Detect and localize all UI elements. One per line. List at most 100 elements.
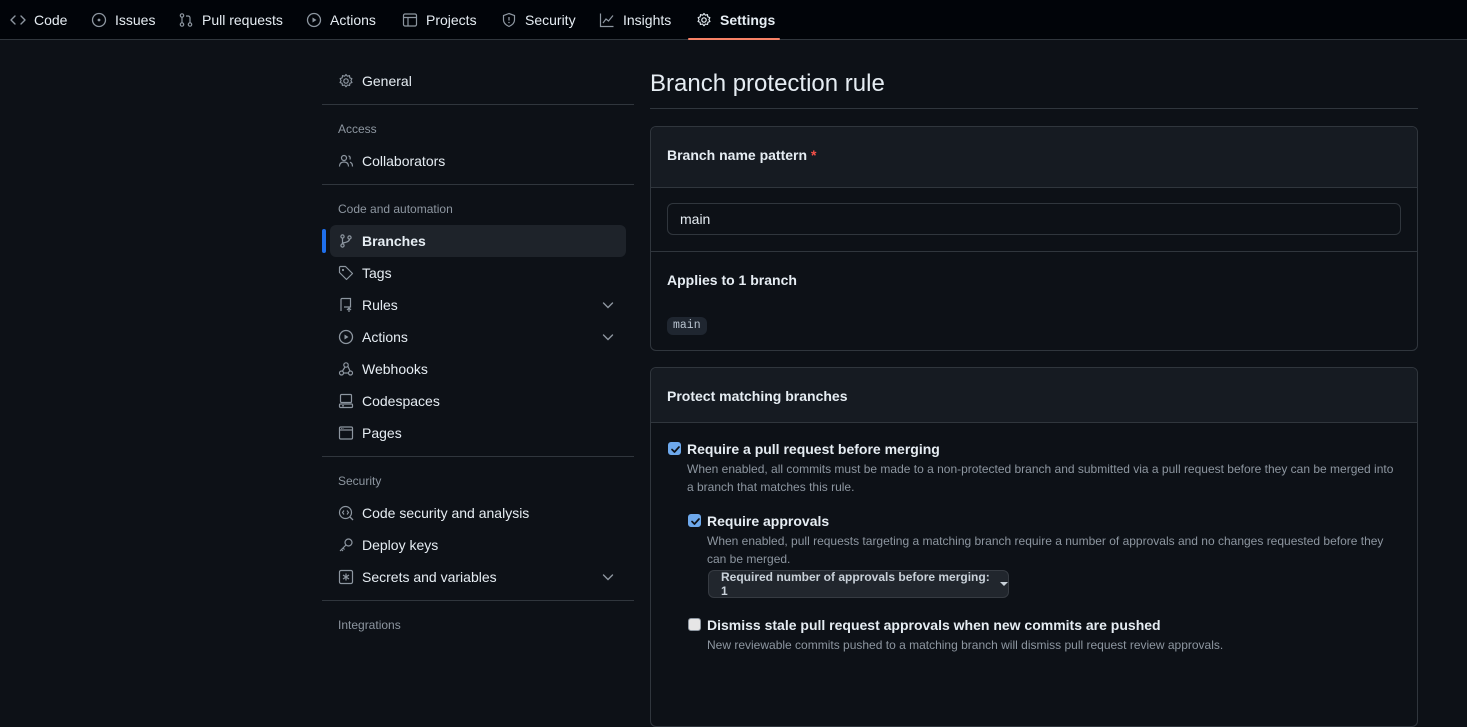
webhook-icon (338, 361, 354, 377)
box-header: Branch name pattern * (651, 127, 1417, 188)
tab-security[interactable]: Security (501, 0, 576, 40)
applies-to-label: Applies to 1 branch (667, 272, 797, 288)
tab-label: Pull requests (202, 12, 283, 28)
require-pr-label[interactable]: Require a pull request before merging (687, 441, 940, 457)
chevron-down-icon[interactable] (600, 297, 616, 313)
browser-icon (338, 425, 354, 441)
tab-label: Insights (623, 12, 672, 28)
sidebar-item-label: Tags (362, 265, 392, 281)
tab-label: Actions (330, 12, 376, 28)
sidebar-item-rules[interactable]: Rules (330, 289, 634, 321)
sidebar-item-general[interactable]: General (330, 65, 634, 97)
sidebar-heading-access: Access (338, 122, 377, 136)
require-pr-description: a branch that matches this rule. (687, 480, 855, 494)
sidebar-item-deploy-keys[interactable]: Deploy keys (330, 529, 634, 561)
tab-actions[interactable]: Actions (306, 0, 376, 40)
tab-settings[interactable]: Settings (696, 0, 775, 40)
require-pr-checkbox[interactable] (668, 442, 681, 455)
table-icon (402, 12, 418, 28)
branch-pattern-label: Branch name pattern * (667, 147, 817, 163)
dropdown-label: Required number of approvals before merg… (721, 570, 990, 598)
play-icon (338, 329, 354, 345)
sidebar-item-tags[interactable]: Tags (330, 257, 634, 289)
sidebar-item-label: Codespaces (362, 393, 440, 409)
sidebar-item-codespaces[interactable]: Codespaces (330, 385, 634, 417)
key-icon (338, 537, 354, 553)
tab-label: Security (525, 12, 576, 28)
branch-pattern-label-text: Branch name pattern (667, 147, 808, 163)
sidebar-item-label: Webhooks (362, 361, 428, 377)
box-header: Protect matching branches (651, 368, 1417, 423)
active-item-indicator (322, 229, 326, 253)
tab-code[interactable]: Code (10, 0, 67, 40)
require-approvals-checkbox[interactable] (688, 514, 701, 527)
git-pull-request-icon (178, 12, 194, 28)
tab-label: Projects (426, 12, 477, 28)
caret-down-icon (1000, 582, 1008, 586)
repo-push-icon (338, 297, 354, 313)
protect-branches-box: Protect matching branches Require a pull… (650, 367, 1418, 727)
tab-insights[interactable]: Insights (599, 0, 671, 40)
play-icon (306, 12, 322, 28)
tab-issues[interactable]: Issues (91, 0, 155, 40)
protect-box-title: Protect matching branches (667, 388, 848, 404)
sidebar-heading-security: Security (338, 474, 382, 488)
sidebar-item-label: Branches (362, 233, 426, 249)
active-tab-underline (688, 38, 780, 40)
require-approvals-label[interactable]: Require approvals (707, 513, 829, 529)
sidebar-divider (322, 456, 634, 457)
branch-pattern-input[interactable] (667, 203, 1401, 235)
code-icon (10, 12, 26, 28)
sidebar-divider (322, 104, 634, 105)
chevron-down-icon[interactable] (600, 329, 616, 345)
sidebar-heading-code-automation: Code and automation (338, 202, 453, 216)
box-divider (651, 251, 1417, 252)
codespaces-icon (338, 393, 354, 409)
sidebar-item-collaborators[interactable]: Collaborators (330, 145, 634, 177)
branch-pattern-box: Branch name pattern* Applies to 1 branch… (650, 126, 1418, 351)
sidebar-item-label: Pages (362, 425, 402, 441)
tag-icon (338, 265, 354, 281)
dismiss-stale-description: New reviewable commits pushed to a match… (707, 638, 1224, 652)
dismiss-stale-label[interactable]: Dismiss stale pull request approvals whe… (707, 617, 1161, 633)
codescan-icon (338, 505, 354, 521)
require-pr-description: When enabled, all commits must be made t… (687, 462, 1394, 476)
checkmark-icon (691, 518, 700, 525)
sidebar-item-pages[interactable]: Pages (330, 417, 634, 449)
required-mark: * (811, 147, 817, 163)
tab-label: Issues (115, 12, 156, 28)
shield-icon (501, 12, 517, 28)
key-asterisk-icon (338, 569, 354, 585)
page-title: Branch protection rule (650, 70, 885, 97)
approvals-count-dropdown[interactable]: Required number of approvals before merg… (708, 570, 1009, 598)
git-branch-icon (338, 233, 354, 249)
dismiss-stale-checkbox[interactable] (688, 618, 701, 631)
require-approvals-description: can be merged. (707, 552, 791, 566)
sidebar-item-label: Secrets and variables (362, 569, 497, 585)
sidebar-item-label: Code security and analysis (362, 505, 530, 521)
tab-label: Settings (720, 12, 776, 28)
chevron-down-icon[interactable] (600, 569, 616, 585)
sidebar-divider (322, 184, 634, 185)
sidebar-item-code-security[interactable]: Code security and analysis (330, 497, 634, 529)
title-divider (650, 108, 1418, 109)
sidebar-item-actions[interactable]: Actions (330, 321, 634, 353)
tab-label: Code (34, 12, 68, 28)
sidebar-item-secrets[interactable]: Secrets and variables (330, 561, 634, 593)
graph-icon (599, 12, 615, 28)
sidebar-item-branches[interactable]: Branches (330, 225, 626, 257)
checkmark-icon (671, 446, 680, 453)
sidebar-item-webhooks[interactable]: Webhooks (330, 353, 634, 385)
require-approvals-description: When enabled, pull requests targeting a … (707, 534, 1384, 548)
branch-chip: main (667, 317, 707, 335)
sidebar-item-label: Rules (362, 297, 398, 313)
sidebar-item-label: Collaborators (362, 153, 446, 169)
sidebar-item-label: Actions (362, 329, 408, 345)
gear-icon (696, 12, 712, 28)
sidebar-item-label: General (362, 73, 412, 89)
sidebar-heading-integrations: Integrations (338, 618, 401, 632)
tab-projects[interactable]: Projects (402, 0, 477, 40)
sidebar-divider (322, 600, 634, 601)
gear-icon (338, 73, 354, 89)
tab-pull-requests[interactable]: Pull requests (178, 0, 283, 40)
